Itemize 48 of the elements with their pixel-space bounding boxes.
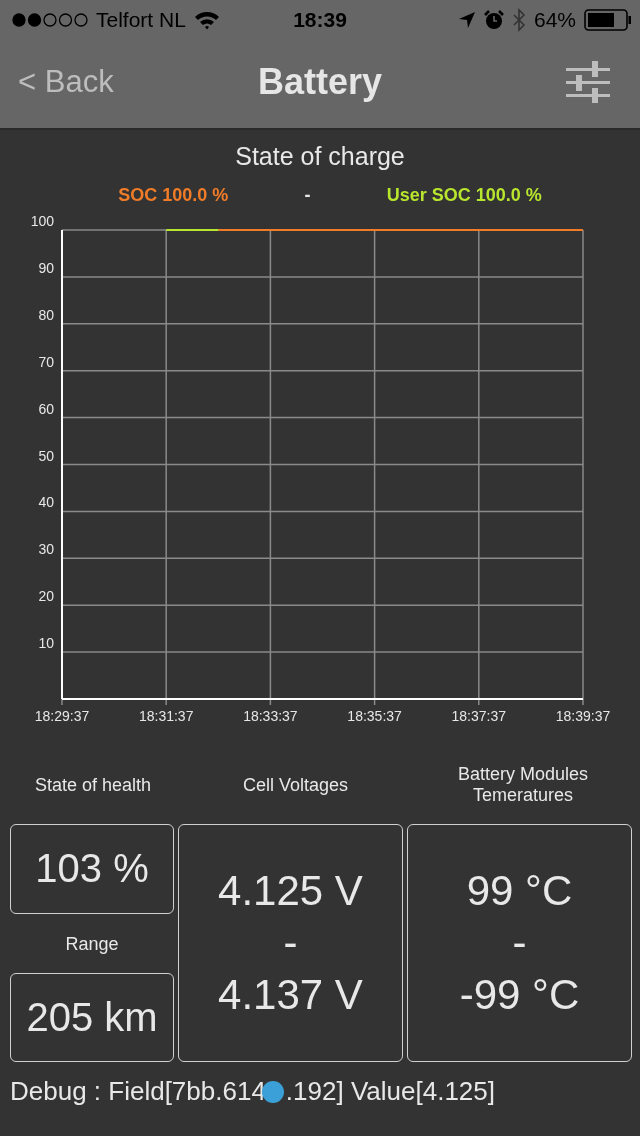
axis-tick-label: 20 bbox=[38, 588, 54, 605]
axis-tick-label: 70 bbox=[38, 353, 54, 370]
bluetooth-icon bbox=[511, 8, 526, 32]
range-separator: - bbox=[512, 918, 527, 968]
axis-tick-label: 60 bbox=[38, 400, 54, 417]
battery-percent: 64% bbox=[533, 8, 576, 32]
temperature-value: 99 °C bbox=[466, 866, 573, 916]
debug-text: Debug : Field[7bb.614 bbox=[10, 1076, 266, 1107]
legend-label: User SOC 100.0 % bbox=[386, 185, 542, 206]
axis-tick-label: 100 bbox=[30, 213, 54, 229]
axis-tick-label: 18:29:37 bbox=[34, 708, 90, 724]
axis-tick-label: 10 bbox=[38, 635, 54, 652]
axis-tick-label: 18:35:37 bbox=[347, 708, 402, 724]
wifi-icon bbox=[193, 10, 220, 30]
back-button[interactable]: < Back bbox=[18, 64, 114, 100]
health-value: 103 % bbox=[10, 824, 174, 914]
legend-separator: - bbox=[304, 185, 311, 206]
touch-indicator-icon bbox=[261, 1080, 284, 1103]
axis-tick-label: 30 bbox=[38, 541, 54, 558]
signal-icon bbox=[12, 13, 88, 27]
settings-icon bbox=[566, 61, 610, 103]
page-title: Battery bbox=[257, 61, 383, 103]
debug-text: .192] Value[4.125] bbox=[285, 1076, 495, 1107]
temperature-value: -99 °C bbox=[459, 970, 580, 1020]
axis-tick-label: 50 bbox=[38, 447, 54, 464]
range-label: Range bbox=[65, 932, 119, 956]
chart-title: State of charge bbox=[234, 142, 406, 171]
axis-tick-label: 18:37:37 bbox=[451, 708, 507, 724]
column-heading: Cell Voltages bbox=[241, 774, 350, 796]
axis-tick-label: 18:39:37 bbox=[555, 708, 611, 724]
axis-tick-label: 18:31:37 bbox=[138, 708, 194, 724]
range-value: 205 km bbox=[10, 972, 174, 1062]
axis-tick-label: 18:33:37 bbox=[243, 708, 298, 724]
alarm-clock-icon bbox=[483, 10, 504, 30]
carrier-name: Telfort NL bbox=[96, 8, 186, 32]
legend-label: SOC 100.0 % bbox=[118, 185, 229, 206]
column-heading: Battery Modules Temeratures bbox=[456, 764, 590, 806]
range-separator: - bbox=[283, 918, 298, 968]
axis-tick-label: 40 bbox=[38, 494, 54, 511]
voltage-value: 4.125 V bbox=[218, 866, 363, 916]
status-time: 18:39 bbox=[293, 8, 347, 32]
battery-icon bbox=[584, 9, 632, 31]
axis-tick-label: 80 bbox=[38, 306, 54, 323]
location-arrow-icon bbox=[457, 11, 476, 29]
voltage-value: 4.137 V bbox=[218, 970, 363, 1020]
settings-button[interactable] bbox=[566, 61, 610, 103]
axis-tick-label: 90 bbox=[38, 259, 54, 276]
column-heading: State of health bbox=[33, 774, 153, 796]
